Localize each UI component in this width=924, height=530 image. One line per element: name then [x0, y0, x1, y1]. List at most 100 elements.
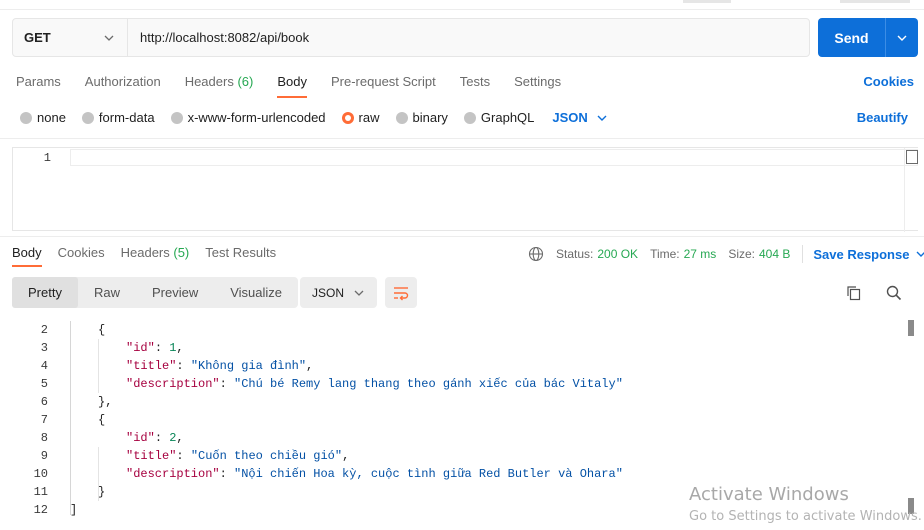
code-line: 4 "title": "Không gia đình",: [0, 357, 900, 375]
code-line: 3 "id": 1,: [0, 339, 900, 357]
view-pretty[interactable]: Pretty: [12, 277, 78, 308]
code-text: }: [98, 483, 105, 501]
code-token: "description": [126, 377, 220, 391]
beautify-button[interactable]: Beautify: [857, 110, 908, 125]
tab-label: Headers: [120, 245, 170, 260]
time-label: Time:: [650, 247, 680, 261]
copy-icon[interactable]: [844, 283, 864, 303]
save-response-label: Save Response: [813, 246, 910, 262]
tab-label: Test Results: [205, 245, 277, 260]
url-input[interactable]: http://localhost:8082/api/book: [128, 19, 809, 56]
line-number: 2: [40, 323, 48, 337]
line-number: 12: [33, 503, 48, 517]
save-response-button[interactable]: Save Response: [813, 247, 924, 262]
request-body-editor[interactable]: 1: [12, 147, 918, 232]
tab-label: Pre-request Script: [330, 74, 436, 89]
code-text: "title": "Không gia đình",: [126, 357, 313, 375]
tab-tests[interactable]: Tests: [460, 74, 490, 97]
size-value[interactable]: 404 B: [759, 247, 790, 261]
response-scrollbar[interactable]: [906, 320, 918, 530]
code-token: "Chú bé Remy lang thang theo gánh xiếc c…: [234, 377, 623, 391]
tab-settings[interactable]: Settings: [514, 74, 561, 97]
line-number: 7: [40, 413, 48, 427]
code-token: ,: [176, 341, 184, 355]
globe-icon[interactable]: [528, 246, 544, 262]
wrap-lines-button[interactable]: [385, 277, 417, 308]
body-language-label: JSON: [552, 110, 588, 125]
tab-label: Authorization: [84, 74, 161, 89]
code-token: ,: [176, 431, 184, 445]
divider: [0, 236, 924, 237]
body-type-form-data[interactable]: form-data: [81, 110, 155, 125]
response-meta: Status: 200 OK Time: 27 ms Size: 404 B S…: [528, 245, 924, 263]
response-tabs: Body Cookies Headers (5) Test Results: [12, 245, 292, 267]
response-tab-body[interactable]: Body: [12, 245, 42, 267]
tab-body[interactable]: Body: [277, 74, 307, 98]
view-raw[interactable]: Raw: [78, 277, 136, 308]
radio-label: binary: [412, 110, 448, 125]
headers-count: (5): [173, 245, 190, 260]
code-token: :: [176, 359, 191, 373]
tab-pre-request-script[interactable]: Pre-request Script: [331, 74, 436, 97]
response-tab-headers[interactable]: Headers (5): [121, 245, 190, 267]
view-preview[interactable]: Preview: [136, 277, 214, 308]
code-token: "Không gia đình": [190, 359, 307, 373]
radio-button: [170, 111, 183, 124]
send-button-group: Send: [818, 18, 918, 57]
tab-params[interactable]: Params: [16, 74, 61, 97]
scrollbar-thumb[interactable]: [908, 320, 914, 336]
body-type-raw[interactable]: raw: [341, 110, 380, 125]
tab-headers[interactable]: Headers (6): [185, 74, 254, 97]
line-number: 6: [40, 395, 48, 409]
tab-label: Body: [12, 245, 42, 260]
editor-scrollbar[interactable]: [904, 148, 918, 232]
chevron-down-icon: [897, 35, 907, 41]
radio-label: x-www-form-urlencoded: [187, 110, 326, 125]
code-token: "Nội chiến Hoa kỳ, cuộc tình giữa Red Bu…: [234, 467, 623, 481]
code-token: ,: [306, 359, 314, 373]
body-type-urlencoded[interactable]: x-www-form-urlencoded: [170, 110, 326, 125]
line-number: 11: [33, 485, 48, 499]
method-select[interactable]: GET: [13, 19, 128, 56]
tab-label: Body: [277, 74, 307, 89]
response-tab-cookies[interactable]: Cookies: [58, 245, 105, 267]
body-type-none[interactable]: none: [20, 110, 66, 125]
chevron-down-icon: [104, 35, 114, 41]
code-text: {: [98, 411, 105, 429]
code-token: "id": [126, 341, 155, 355]
scrollbar-thumb[interactable]: [906, 150, 918, 164]
active-line: [70, 149, 918, 166]
tab-label: Params: [16, 74, 61, 89]
time-value[interactable]: 27 ms: [684, 247, 717, 261]
cookies-link[interactable]: Cookies: [863, 74, 914, 89]
body-language-select[interactable]: JSON: [552, 110, 607, 125]
chevron-down-icon: [916, 251, 924, 257]
body-type-graphql[interactable]: GraphQL: [463, 110, 534, 125]
response-tab-test-results[interactable]: Test Results: [205, 245, 276, 267]
code-token: ]: [70, 503, 78, 517]
tab-label: Settings: [514, 74, 562, 89]
tab-authorization[interactable]: Authorization: [85, 74, 161, 97]
response-body-editor[interactable]: 2{3 "id": 1, 4 "title": "Không gia đình", 5 "…: [0, 321, 924, 530]
send-button[interactable]: Send: [818, 18, 886, 57]
code-token: :: [219, 377, 235, 391]
view-visualize[interactable]: Visualize: [214, 277, 298, 308]
code-token: "description": [126, 467, 220, 481]
body-type-binary[interactable]: binary: [395, 110, 448, 125]
code-line: 11}: [0, 483, 900, 501]
view-mode-tabs: Pretty Raw Preview Visualize: [12, 277, 299, 308]
scrollbar-thumb[interactable]: [908, 498, 914, 514]
response-format-select[interactable]: JSON: [300, 277, 377, 308]
code-token: },: [98, 395, 113, 409]
line-number: 4: [40, 359, 48, 373]
size-label: Size:: [728, 247, 755, 261]
search-icon[interactable]: [884, 283, 904, 303]
chevron-down-icon: [354, 290, 364, 296]
code-token: ,: [342, 449, 350, 463]
divider: [802, 245, 804, 263]
status-value[interactable]: 200 OK: [597, 247, 638, 261]
send-options-button[interactable]: [886, 18, 918, 57]
top-strip: [0, 0, 924, 10]
code-token: }: [98, 485, 106, 499]
code-line: 10 "description": "Nội chiến Hoa kỳ, cuộc…: [0, 465, 900, 483]
